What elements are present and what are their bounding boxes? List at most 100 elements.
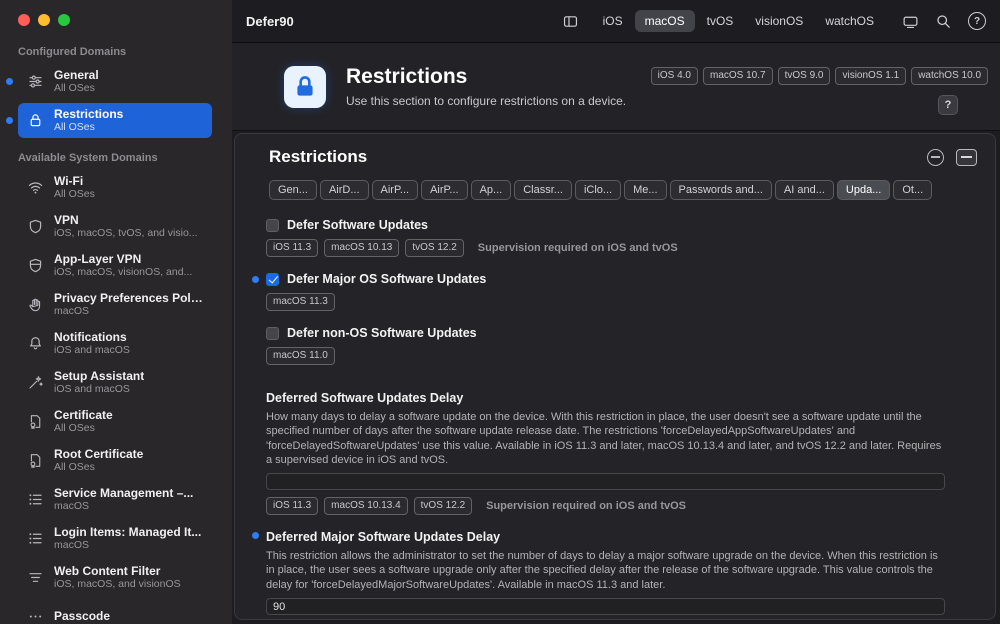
- help-icon[interactable]: ?: [968, 12, 986, 30]
- os-badge: macOS 11.0: [266, 347, 335, 365]
- checkbox-defer-non-os-updates[interactable]: [266, 326, 279, 340]
- tab-ios[interactable]: iOS: [593, 10, 633, 32]
- certificate-icon: [26, 412, 44, 430]
- devices-icon[interactable]: [902, 13, 919, 30]
- modified-dot: [6, 78, 13, 85]
- sidebar-item-sub: iOS, macOS, and visionOS: [54, 578, 181, 591]
- sidebar-section-configured-domains: Configured Domains: [18, 46, 127, 58]
- modified-dot: [6, 457, 13, 464]
- sidebar-item-certificate[interactable]: Certificate All OSes: [0, 402, 232, 441]
- page-subtitle: Use this section to configure restrictio…: [346, 94, 627, 108]
- sidebar-item-label: VPN: [54, 212, 79, 227]
- sidebar-item-wifi[interactable]: Wi-Fi All OSes: [0, 168, 232, 207]
- modified-dot: [6, 340, 13, 347]
- tab-macos[interactable]: macOS: [634, 10, 695, 32]
- panel-actions: [927, 148, 977, 166]
- domain-header-text: Restrictions Use this section to configu…: [346, 65, 626, 108]
- sidebar-item-general[interactable]: General All OSes: [0, 62, 232, 101]
- sidebar-item-label: Wi-Fi: [54, 173, 84, 188]
- search-icon[interactable]: [935, 13, 952, 30]
- os-badge: macOS 11.3: [266, 293, 335, 311]
- tab-passwords[interactable]: Passwords and...: [669, 180, 772, 200]
- wifi-icon: [26, 178, 44, 196]
- tab-general[interactable]: Gen...: [269, 180, 317, 200]
- sidebar-item-sub: macOS: [54, 305, 90, 318]
- field-label: Defer Software Updates: [287, 218, 429, 232]
- sidebar-item-sub: All OSes: [54, 461, 95, 474]
- deferred-major-software-updates-delay-input[interactable]: [266, 598, 945, 616]
- os-badge: iOS 11.3: [266, 497, 319, 516]
- supervision-note: Supervision required on iOS and tvOS: [477, 242, 678, 254]
- tab-airplay[interactable]: AirP...: [371, 180, 419, 200]
- shield-icon: [26, 217, 44, 235]
- domain-help-button[interactable]: ?: [938, 95, 958, 115]
- sidebar-item-sub: macOS: [54, 500, 90, 513]
- zoom-window-button[interactable]: [58, 14, 70, 26]
- tab-apps[interactable]: Ap...: [470, 180, 512, 200]
- modified-dot: [6, 496, 13, 503]
- certificate-icon: [26, 451, 44, 469]
- sidebar-item-label: Setup Assistant: [54, 368, 145, 383]
- sidebar-item-sub: All OSes: [54, 188, 95, 201]
- sidebar-item-vpn[interactable]: VPN iOS, macOS, tvOS, and visio...: [0, 207, 232, 246]
- sidebar-item-sub: All OSes: [54, 82, 95, 95]
- window-title: Defer90: [246, 13, 294, 29]
- tab-airdrop[interactable]: AirD...: [319, 180, 369, 200]
- sidebar-item-label: General: [54, 67, 99, 82]
- list-icon: [26, 529, 44, 547]
- category-tabs: Gen... AirD... AirP... AirP... Ap... Cla…: [235, 167, 995, 200]
- sidebar-item-label: Notifications: [54, 329, 127, 344]
- supervision-note: Supervision required on iOS and tvOS: [486, 500, 686, 513]
- sidebar-item-label: Web Content Filter: [54, 563, 161, 578]
- wand-icon: [26, 373, 44, 391]
- tab-media[interactable]: Me...: [624, 180, 667, 200]
- minimize-window-button[interactable]: [38, 14, 50, 26]
- sidebar-item-sub: iOS and macOS: [54, 344, 130, 357]
- tab-icloud[interactable]: iClo...: [574, 180, 622, 200]
- sidebar-item-setup-assistant[interactable]: Setup Assistant iOS and macOS: [0, 363, 232, 402]
- sidebar-item-app-layer-vpn[interactable]: App-Layer VPN iOS, macOS, visionOS, and.…: [0, 246, 232, 285]
- sidebar-item-sub: All OSes: [54, 121, 95, 134]
- panel-title: Restrictions: [269, 147, 368, 166]
- field-label: Defer non-OS Software Updates: [287, 326, 477, 340]
- sidebar-item-privacy-preferences[interactable]: Privacy Preferences Poli... macOS: [0, 285, 232, 324]
- toggle-sidebar-icon[interactable]: [562, 13, 579, 30]
- tab-visionos[interactable]: visionOS: [745, 10, 813, 32]
- sidebar-item-label: Login Items: Managed It...: [54, 524, 202, 539]
- modified-dot: [6, 535, 13, 542]
- close-window-button[interactable]: [18, 14, 30, 26]
- sidebar-item-login-items[interactable]: Login Items: Managed It... macOS: [0, 519, 232, 558]
- tab-tvos[interactable]: tvOS: [697, 10, 744, 32]
- tab-ai[interactable]: AI and...: [774, 180, 834, 200]
- field-badges: macOS 11.0: [266, 347, 945, 365]
- tab-other[interactable]: Ot...: [893, 180, 933, 200]
- os-badge: tvOS 12.2: [413, 497, 473, 516]
- layered-shield-icon: [26, 256, 44, 274]
- tab-airprint[interactable]: AirP...: [421, 180, 468, 200]
- tab-watchos[interactable]: watchOS: [815, 10, 884, 32]
- sidebar-item-service-management[interactable]: Service Management –... macOS: [0, 480, 232, 519]
- modified-dot: [6, 613, 13, 620]
- modified-dot: [6, 379, 13, 386]
- toolbar: Defer90 iOS macOS tvOS visionOS watchOS …: [232, 0, 1000, 43]
- sidebar-item-label: Passcode: [54, 609, 111, 624]
- checkbox-defer-software-updates[interactable]: [266, 218, 279, 232]
- remove-payload-icon[interactable]: [927, 148, 944, 166]
- sidebar-item-web-content-filter[interactable]: Web Content Filter iOS, macOS, and visio…: [0, 558, 232, 597]
- deferred-software-updates-delay-input[interactable]: [266, 473, 945, 491]
- sidebar-item-sub: macOS: [54, 539, 90, 552]
- checkbox-defer-major-os-updates[interactable]: [266, 272, 279, 286]
- collapse-payload-icon[interactable]: [956, 148, 977, 166]
- domain-header: Restrictions Use this section to configu…: [232, 43, 1000, 131]
- os-badge: watchOS 10.0: [911, 67, 988, 85]
- modified-dot: [252, 276, 259, 283]
- list-icon: [26, 490, 44, 508]
- os-badge: macOS 10.13: [324, 239, 400, 257]
- os-badge: tvOS 12.2: [405, 239, 464, 257]
- tab-updates[interactable]: Upda...: [836, 180, 891, 200]
- tab-classroom[interactable]: Classr...: [514, 180, 572, 200]
- sidebar-item-root-certificate[interactable]: Root Certificate All OSes: [0, 441, 232, 480]
- sidebar-item-restrictions[interactable]: Restrictions All OSes: [0, 101, 232, 140]
- sidebar-item-passcode[interactable]: Passcode: [0, 597, 232, 624]
- sidebar-item-notifications[interactable]: Notifications iOS and macOS: [0, 324, 232, 363]
